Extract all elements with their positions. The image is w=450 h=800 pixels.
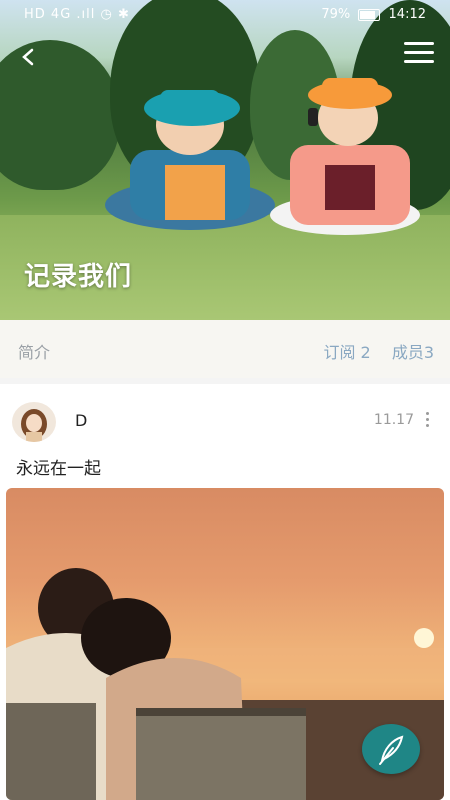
battery-icon <box>358 8 381 21</box>
back-button[interactable] <box>14 42 44 72</box>
subscriptions-link[interactable]: 订阅 2 <box>323 343 370 362</box>
menu-icon <box>404 42 434 63</box>
clock: 14:12 <box>388 7 426 22</box>
group-info-bar: 简介 订阅 2 成员3 <box>0 320 450 378</box>
battery-percent: 79% <box>321 7 351 22</box>
status-bar: HD 4G .ıll ◷ ✱ 79% 14:12 <box>0 0 450 32</box>
post-more-button[interactable] <box>424 412 430 430</box>
post-author[interactable]: D <box>75 411 87 430</box>
group-title: 记录我们 <box>24 262 133 292</box>
members-link[interactable]: 成员3 <box>392 343 434 362</box>
back-arrow-icon <box>22 48 34 66</box>
more-vertical-icon <box>424 412 430 427</box>
menu-button[interactable] <box>404 42 434 66</box>
post-text: 永远在一起 <box>16 459 101 479</box>
post-date: 11.17 <box>373 412 414 428</box>
intro-link[interactable]: 简介 <box>18 339 50 363</box>
compose-button[interactable] <box>362 724 420 774</box>
group-stats: 订阅 2 成员3 <box>307 339 434 363</box>
status-right: 79% 14:12 <box>321 7 426 22</box>
avatar[interactable] <box>12 402 56 442</box>
status-indicators: HD 4G .ıll ◷ ✱ <box>24 7 130 22</box>
feather-icon <box>379 735 404 765</box>
